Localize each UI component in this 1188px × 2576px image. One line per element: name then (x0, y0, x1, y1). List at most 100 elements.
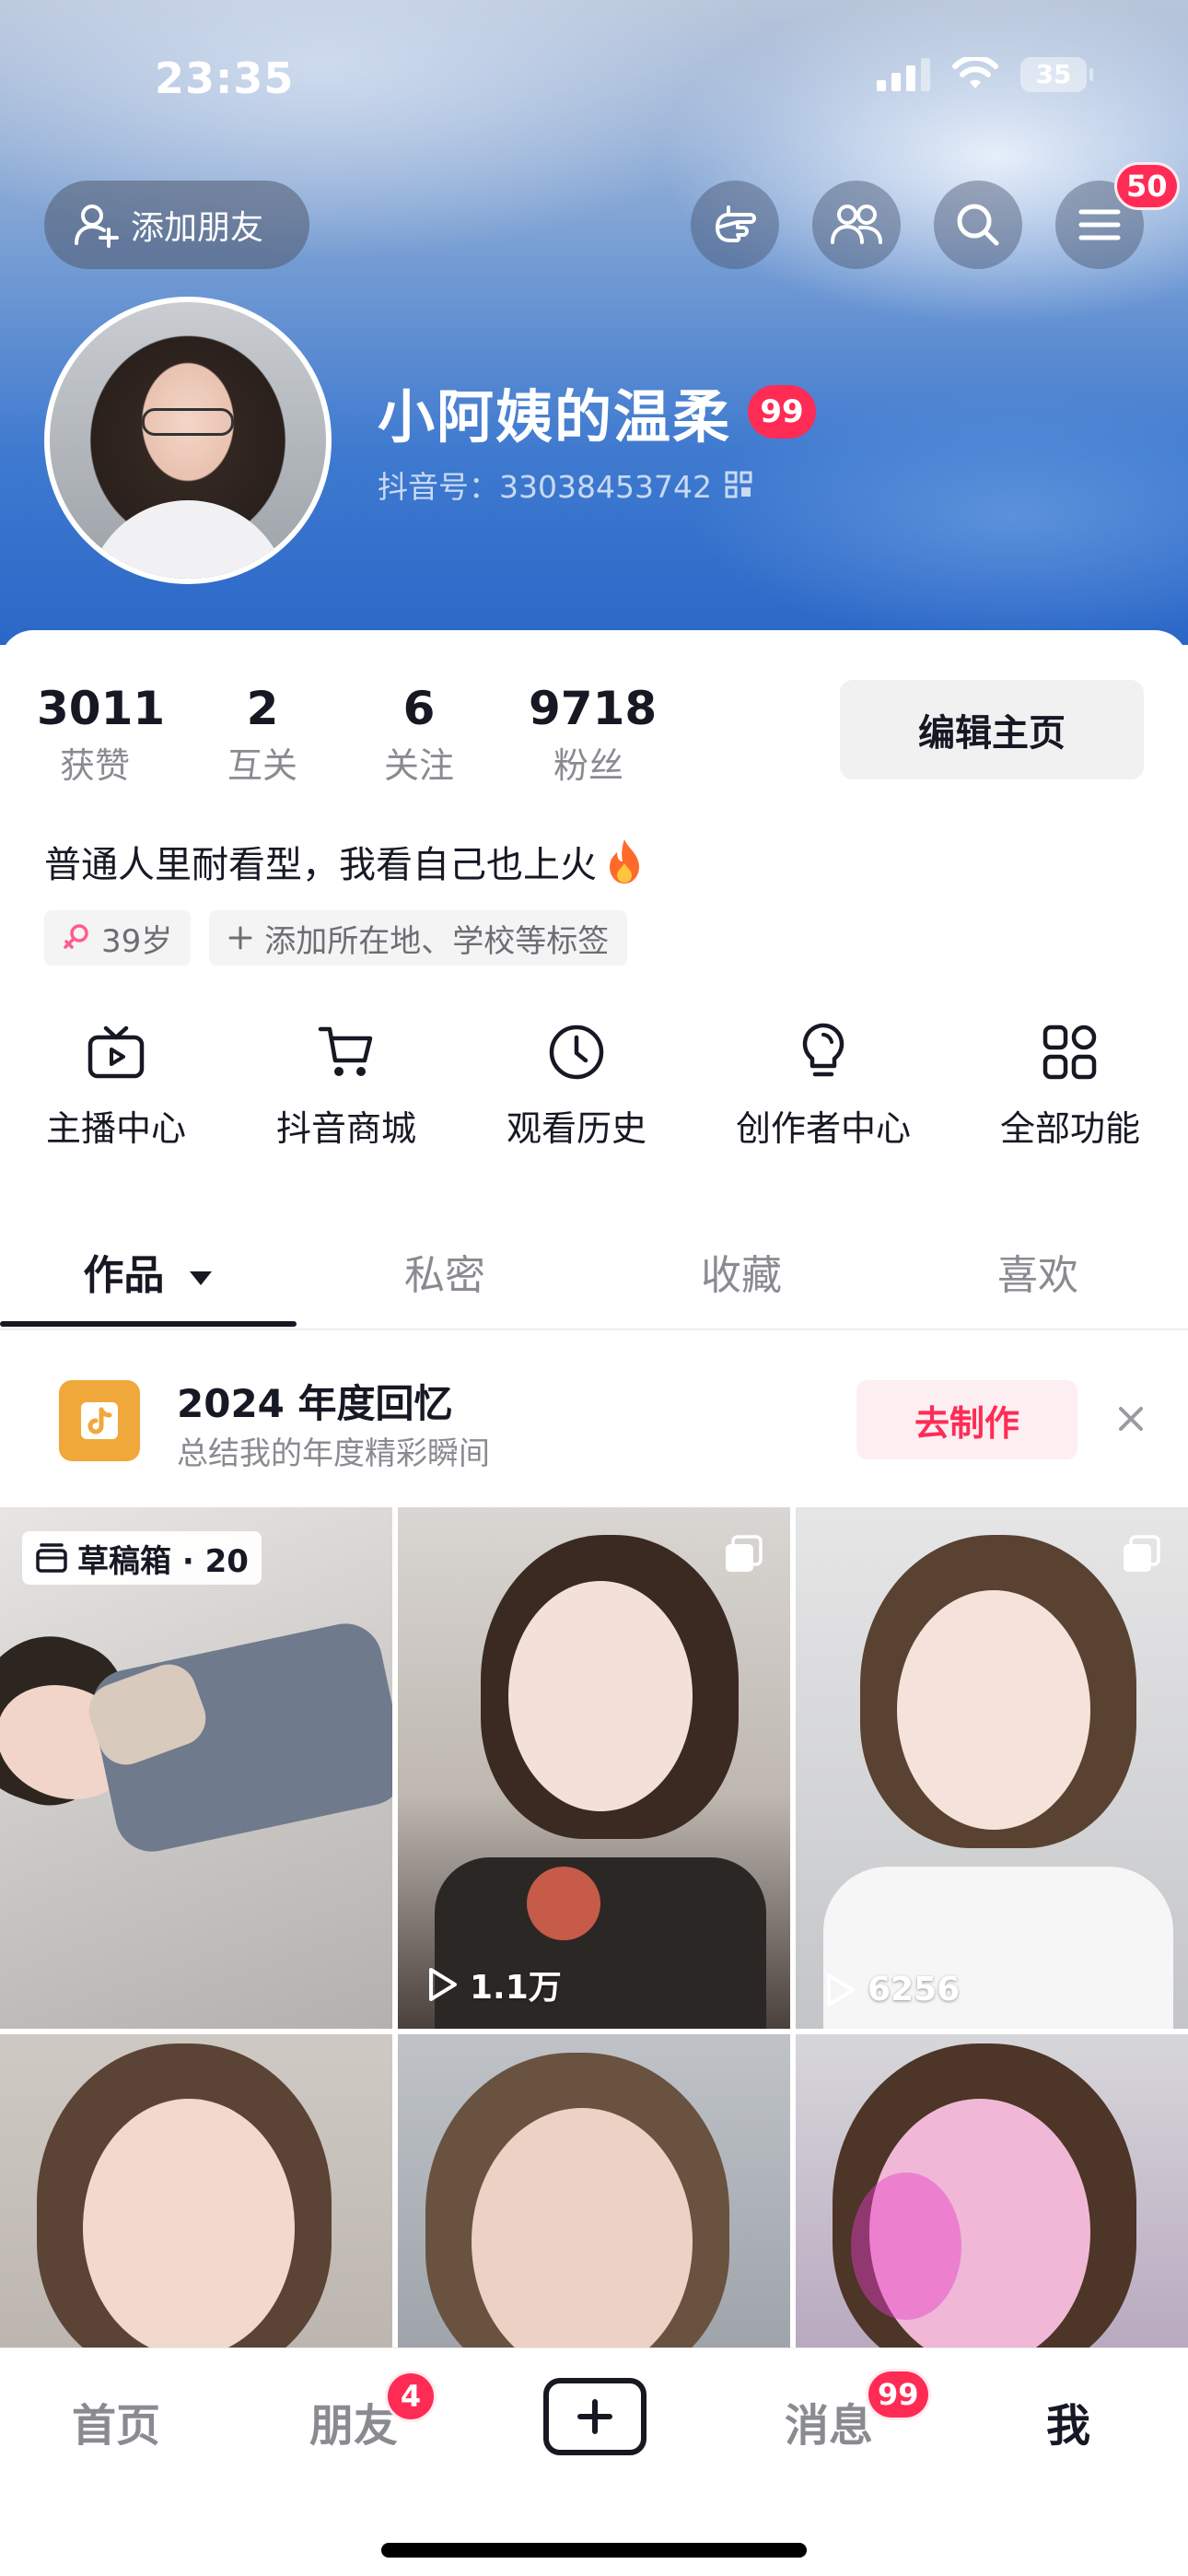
messages-badge: 99 (866, 2369, 931, 2420)
age-tag-label: 39岁 (101, 922, 173, 960)
menu-icon (1078, 209, 1121, 240)
edit-profile-button[interactable]: 编辑主页 (840, 680, 1144, 779)
feature-all[interactable]: 全部功能 (985, 1019, 1155, 1151)
content-tabs: 作品 私密 收藏 喜欢 (0, 1235, 1188, 1330)
tab-private[interactable]: 私密 (297, 1235, 593, 1317)
add-friend-button[interactable]: 添加朋友 (44, 181, 309, 269)
drafts-label: 草稿箱 · 20 (77, 1542, 249, 1580)
nav-me[interactable]: 我 (1046, 2389, 1090, 2453)
stat-followers-number: 9718 (529, 682, 658, 735)
fire-icon (610, 839, 639, 884)
multi-photo-icon (726, 1535, 763, 1572)
add-friend-label: 添加朋友 (131, 209, 264, 247)
tab-likes[interactable]: 喜欢 (890, 1235, 1186, 1317)
username-row: 小阿姨的温柔 99 (378, 370, 817, 453)
profile-header: 23:35 35 添加朋友 50 小阿姨的温柔 99 抖音号：330384537… (0, 0, 1188, 645)
stat-following-label: 关注 (383, 745, 454, 786)
menu-notification-badge: 50 (1114, 162, 1180, 210)
search-button[interactable] (934, 181, 1022, 269)
feature-label: 抖音商城 (275, 1108, 416, 1149)
bio: 普通人里耐看型，我看自己也上火 (44, 835, 646, 888)
stat-likes-label: 获赞 (59, 745, 130, 786)
bio-text: 普通人里耐看型，我看自己也上火 (44, 844, 597, 886)
feature-label: 主播中心 (45, 1108, 186, 1149)
play-count: 1.1万 (425, 1961, 562, 2008)
status-icons: 35 (877, 57, 1093, 92)
avatar-shirt (87, 500, 289, 579)
cart-icon (318, 1026, 373, 1076)
grid-icon (1042, 1025, 1097, 1080)
video-cell[interactable] (398, 2034, 790, 2348)
nav-messages[interactable]: 消息 (785, 2389, 873, 2453)
drafts-cell[interactable]: 草稿箱 · 20 (0, 1507, 392, 2029)
video-cell[interactable]: 6256 (796, 1507, 1188, 2029)
douyin-id-row[interactable]: 抖音号：33038453742 (378, 463, 752, 507)
memory-album-icon (59, 1380, 140, 1461)
feature-mall[interactable]: 抖音商城 (262, 1019, 431, 1151)
feature-creator-center[interactable]: 创作者中心 (724, 1019, 923, 1151)
year-memory-banner[interactable]: 2024 年度回忆 总结我的年度精彩瞬间 去制作 (0, 1332, 1188, 1507)
feature-label: 观看历史 (506, 1108, 646, 1149)
add-tag-label: 添加所在地、学校等标签 (264, 922, 610, 960)
people-icon (831, 205, 882, 244)
play-icon (827, 1973, 855, 2007)
close-icon (1119, 1407, 1143, 1431)
avatar-glasses (142, 408, 234, 436)
stat-likes-number: 3011 (37, 682, 166, 735)
hand-wave-button[interactable] (691, 181, 779, 269)
stat-followers-label: 粉丝 (553, 745, 623, 786)
home-indicator[interactable] (381, 2543, 807, 2558)
feature-label: 全部功能 (999, 1108, 1140, 1149)
video-cell[interactable] (0, 2034, 392, 2348)
drafts-box-icon (36, 1543, 67, 1573)
stat-following-number: 6 (402, 682, 436, 735)
profile-tags: 39岁 添加所在地、学校等标签 (44, 910, 628, 966)
age-tag[interactable]: 39岁 (44, 910, 192, 966)
clock-icon (549, 1025, 604, 1080)
stat-following[interactable]: 6 关注 (361, 682, 477, 788)
add-user-icon (75, 205, 119, 248)
battery-icon: 35 (1020, 57, 1093, 92)
close-banner-button[interactable] (1109, 1397, 1153, 1441)
tab-works[interactable]: 作品 (0, 1235, 297, 1317)
nav-home[interactable]: 首页 (72, 2389, 160, 2453)
tab-favorites[interactable]: 收藏 (593, 1235, 890, 1317)
video-cell[interactable]: 1.1万 (398, 1507, 790, 2029)
search-icon (957, 204, 999, 246)
female-icon (64, 924, 88, 949)
hand-pointing-icon (716, 205, 756, 242)
tv-icon (87, 1025, 145, 1079)
stat-likes[interactable]: 3011 获赞 (37, 682, 166, 788)
add-tag-button[interactable]: 添加所在地、学校等标签 (209, 910, 628, 966)
caret-down-icon (189, 1271, 212, 1285)
avatar[interactable] (44, 297, 332, 584)
username-badge[interactable]: 99 (748, 385, 817, 439)
feature-history[interactable]: 观看历史 (492, 1019, 661, 1151)
feature-live-center[interactable]: 主播中心 (31, 1019, 201, 1151)
stat-followers[interactable]: 9718 粉丝 (529, 682, 658, 788)
make-memory-button[interactable]: 去制作 (856, 1380, 1077, 1459)
stat-mutual-number: 2 (246, 682, 279, 735)
tab-works-label: 作品 (83, 1252, 165, 1299)
play-icon (429, 1968, 457, 2001)
create-button[interactable] (543, 2378, 646, 2455)
play-count-value: 6256 (868, 1971, 961, 2008)
stat-mutual[interactable]: 2 互关 (204, 682, 320, 788)
friends-badge: 4 (385, 2371, 437, 2422)
active-tab-indicator (0, 1321, 297, 1327)
bulb-icon (802, 1023, 844, 1077)
plus-icon (228, 926, 252, 950)
bottom-nav: 首页 朋友 4 消息 99 我 (0, 2348, 1188, 2576)
wifi-icon (952, 57, 998, 88)
visitors-button[interactable] (812, 181, 901, 269)
multi-photo-icon (1124, 1535, 1160, 1572)
memory-subtitle: 总结我的年度精彩瞬间 (177, 1435, 490, 1472)
play-count: 6256 (823, 1971, 960, 2008)
cellular-signal-icon (877, 58, 930, 91)
qr-code-icon (725, 471, 752, 498)
douyin-id: 抖音号：33038453742 (378, 469, 712, 505)
plus-icon (577, 2399, 612, 2434)
stat-mutual-label: 互关 (227, 745, 297, 786)
memory-title: 2024 年度回忆 (177, 1381, 453, 1426)
video-cell[interactable] (796, 2034, 1188, 2348)
